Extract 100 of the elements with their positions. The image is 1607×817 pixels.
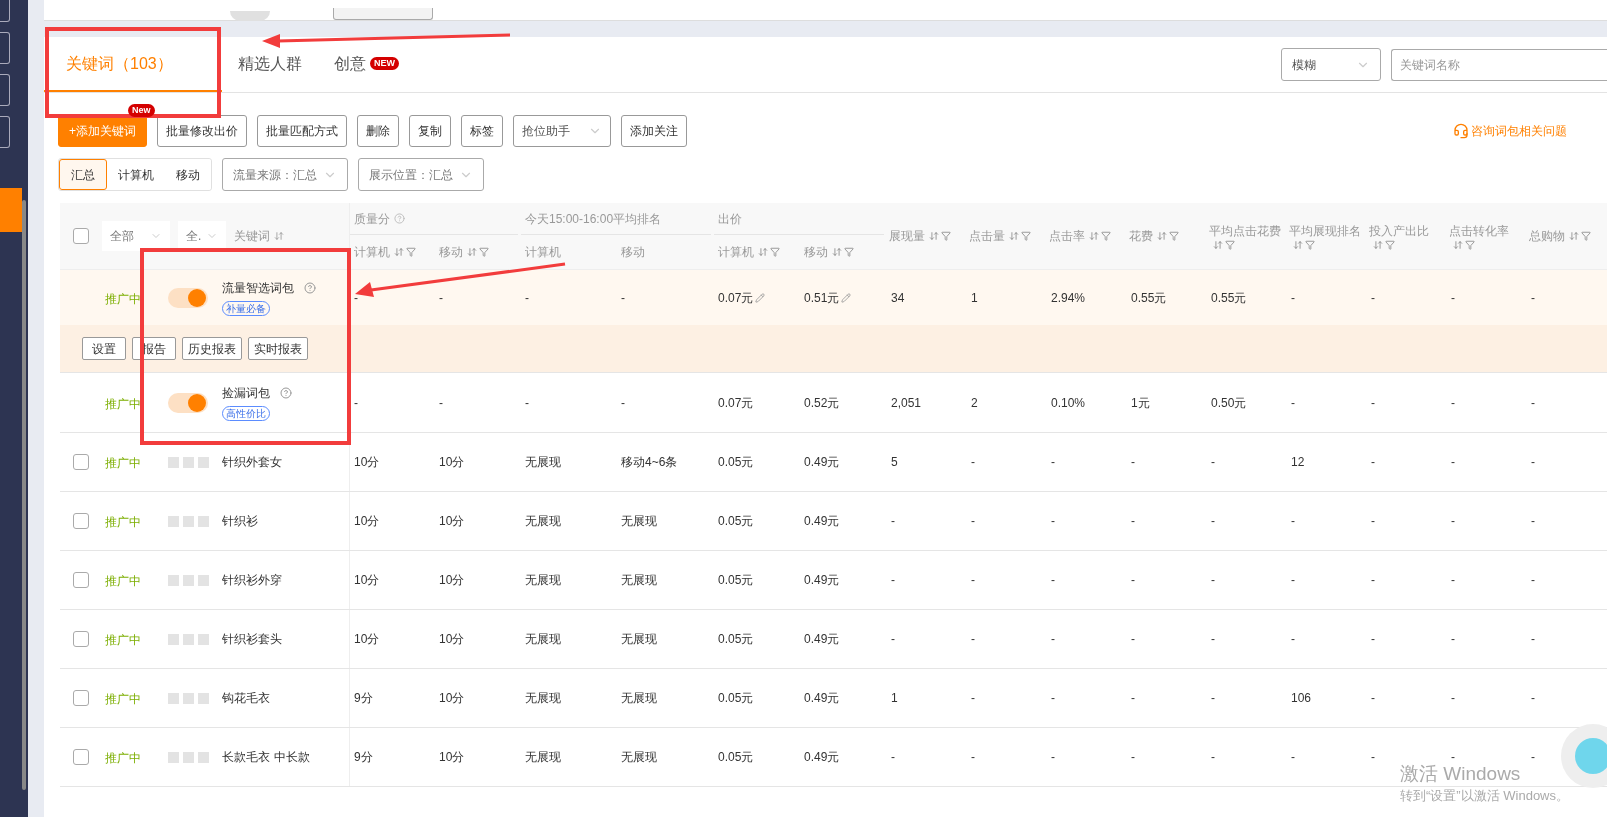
- table-cell-text: 0.50元: [1211, 394, 1247, 412]
- sidebar-icon[interactable]: [0, 32, 10, 64]
- table-cell-text: 0.49元: [804, 749, 840, 766]
- help-icon[interactable]: [280, 387, 293, 399]
- filter-dropdown[interactable]: 展示位置：汇总: [358, 158, 484, 191]
- table-cell-text: -: [1531, 513, 1535, 530]
- filter-icon[interactable]: [1225, 240, 1235, 250]
- keyword-name[interactable]: 针织衫套头: [222, 630, 349, 648]
- row-action-button[interactable]: 实时报表: [248, 337, 308, 360]
- table-cell-text: -: [1131, 749, 1135, 766]
- checkbox[interactable]: [73, 690, 89, 706]
- toolbar-button[interactable]: 添加关注: [621, 115, 687, 147]
- new-badge: NEW: [370, 57, 399, 70]
- table-cell-text: 1元: [1131, 394, 1150, 412]
- sort-icon[interactable]: [274, 231, 285, 241]
- help-icon[interactable]: [304, 282, 317, 294]
- table-cell-text: -: [971, 749, 975, 766]
- header-filter-dropdown[interactable]: 全部: [102, 221, 171, 251]
- checkbox[interactable]: [73, 228, 89, 244]
- table-cell-text: 10分: [439, 572, 465, 589]
- help-icon[interactable]: [394, 213, 405, 224]
- sidebar-icon[interactable]: [0, 74, 10, 106]
- checkbox[interactable]: [73, 749, 89, 765]
- toolbar-button[interactable]: 批量修改出价: [157, 115, 247, 147]
- sidebar-icon[interactable]: [0, 116, 10, 148]
- row-action-button[interactable]: 设置: [82, 337, 126, 360]
- keyword-name[interactable]: 针织衫外穿: [222, 571, 349, 589]
- sort-icon[interactable]: [758, 247, 768, 257]
- toolbar-button[interactable]: 批量匹配方式: [257, 115, 347, 147]
- checkbox[interactable]: [73, 572, 89, 588]
- filter-icon[interactable]: [406, 247, 416, 257]
- sort-icon[interactable]: [467, 247, 477, 257]
- edit-icon[interactable]: [841, 292, 852, 303]
- sort-icon[interactable]: [1089, 231, 1099, 241]
- sort-icon[interactable]: [1373, 240, 1383, 250]
- search-field[interactable]: 关键词名称: [1391, 48, 1607, 81]
- toolbar-button[interactable]: 复制: [409, 115, 451, 147]
- filter-icon[interactable]: [1581, 231, 1591, 241]
- table-cell-text: 0.49元: [804, 690, 840, 707]
- new-badge: New: [128, 104, 155, 117]
- keyword-name[interactable]: 流量智选词包: [222, 279, 295, 297]
- device-tab[interactable]: 汇总: [59, 159, 107, 190]
- filter-icon[interactable]: [1169, 231, 1179, 241]
- filter-icon[interactable]: [479, 247, 489, 257]
- checkbox[interactable]: [73, 513, 89, 529]
- table-cell-text: 0.49元: [804, 631, 840, 648]
- table-cell-text: -: [891, 572, 895, 589]
- sort-icon[interactable]: [1213, 240, 1223, 250]
- sort-icon[interactable]: [394, 247, 404, 257]
- sort-icon[interactable]: [1009, 231, 1019, 241]
- table-cell-text: -: [1291, 572, 1295, 589]
- tab[interactable]: 精选人群: [222, 37, 318, 92]
- filter-dropdown[interactable]: 流量来源：汇总: [222, 158, 348, 191]
- sort-icon[interactable]: [1453, 240, 1463, 250]
- table-cell-text: 10分: [439, 749, 465, 766]
- keyword-name[interactable]: 针织衫: [222, 512, 349, 530]
- keyword-name[interactable]: 针织外套女: [222, 453, 349, 471]
- edit-icon[interactable]: [755, 292, 766, 303]
- table-cell-text: 0.05元: [718, 454, 754, 471]
- tab[interactable]: 创意 NEW: [318, 37, 415, 92]
- table-cell-text: 移动4~6条: [621, 454, 678, 471]
- table-cell-text: -: [1371, 690, 1375, 707]
- table-cell-text: -: [621, 289, 625, 307]
- toolbar-button[interactable]: 标签: [461, 115, 503, 147]
- sort-icon[interactable]: [1157, 231, 1167, 241]
- table-cell-text: 9分: [354, 690, 373, 707]
- toolbar-button[interactable]: 删除: [357, 115, 399, 147]
- filter-icon[interactable]: [1101, 231, 1111, 241]
- toolbar-dropdown[interactable]: 抢位助手: [513, 115, 611, 147]
- match-select[interactable]: 模糊: [1281, 48, 1381, 81]
- header-filter-dropdown[interactable]: 全.: [178, 221, 227, 251]
- row-action-button[interactable]: 历史报表: [182, 337, 242, 360]
- filter-icon[interactable]: [770, 247, 780, 257]
- filter-icon[interactable]: [1385, 240, 1395, 250]
- table-cell-text: -: [354, 289, 358, 307]
- checkbox[interactable]: [73, 454, 89, 470]
- sort-icon[interactable]: [832, 247, 842, 257]
- table-cell-text: 0.05元: [718, 572, 754, 589]
- keyword-name[interactable]: 钩花毛衣: [222, 689, 349, 707]
- filter-icon[interactable]: [1465, 240, 1475, 250]
- sort-icon[interactable]: [1569, 231, 1579, 241]
- status-text: 推广中: [105, 515, 141, 529]
- table-cell-text: -: [439, 289, 443, 307]
- checkbox[interactable]: [73, 631, 89, 647]
- filter-icon[interactable]: [1305, 240, 1315, 250]
- sort-icon[interactable]: [1293, 240, 1303, 250]
- headset-icon[interactable]: [1453, 123, 1469, 139]
- scrollbar[interactable]: [22, 200, 26, 790]
- filter-icon[interactable]: [941, 231, 951, 241]
- filter-icon[interactable]: [844, 247, 854, 257]
- status-text: 推广中: [105, 456, 141, 470]
- keyword-name[interactable]: 长款毛衣 中长款: [222, 748, 349, 766]
- table-cell-text: 1: [891, 690, 898, 707]
- sort-icon[interactable]: [929, 231, 939, 241]
- keyword-name[interactable]: 捡漏词包: [222, 384, 271, 402]
- table-cell-text: 0.05元: [718, 690, 754, 707]
- table-cell-text: -: [971, 631, 975, 648]
- table-cell-text: 无展现: [525, 454, 561, 471]
- placeholder-icons-drawing: [167, 515, 209, 527]
- filter-icon[interactable]: [1021, 231, 1031, 241]
